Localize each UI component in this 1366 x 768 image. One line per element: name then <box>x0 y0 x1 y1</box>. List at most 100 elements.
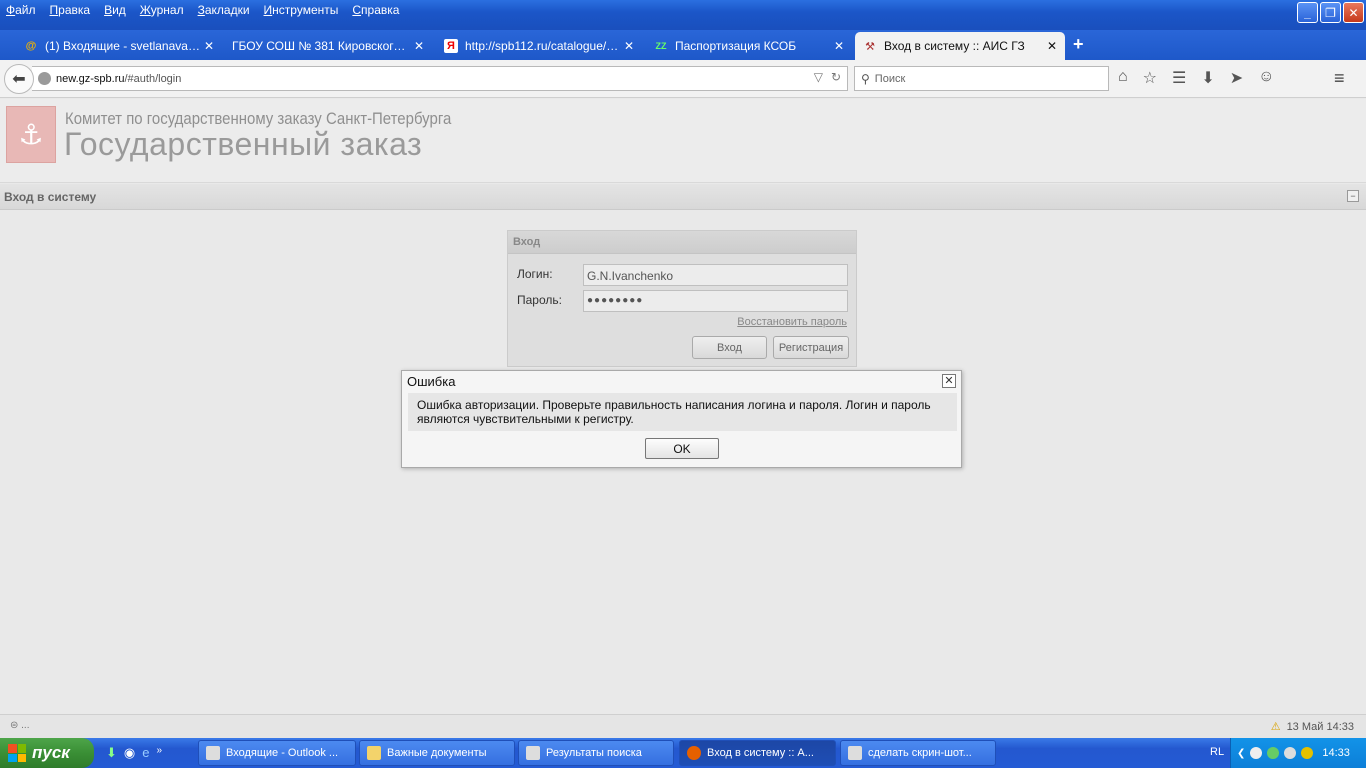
tab-label: (1) Входящие - svetlanavarc... <box>45 39 202 53</box>
download-icon[interactable]: ⬇ <box>1201 68 1214 88</box>
window-titlebar: Файл Правка Вид Журнал Закладки Инструме… <box>0 0 1366 30</box>
taskbar-item-label: сделать скрин-шот... <box>868 747 972 759</box>
toolbar-icons: ⌂ ☆ ☰ ⬇ ➤ ☺ <box>1118 68 1275 88</box>
menu-help[interactable]: Справка <box>352 3 399 17</box>
tray-expand-icon[interactable]: ❮ <box>1237 748 1245 759</box>
status-indicator: ⊜ ... <box>10 720 30 731</box>
chat-icon[interactable]: ☺ <box>1258 68 1274 88</box>
menu-edit[interactable]: Правка <box>50 3 91 17</box>
tab-spb112[interactable]: Я http://spb112.ru/catalogue/1... ✕ <box>436 32 642 60</box>
tab-inbox[interactable]: @ (1) Входящие - svetlanavarc... ✕ <box>16 32 222 60</box>
reading-list-icon[interactable]: ☰ <box>1172 68 1186 88</box>
quick-launch: ⬇ ◉ e » <box>106 745 162 761</box>
tab-bar: @ (1) Входящие - svetlanavarc... ✕ ГБОУ … <box>0 30 1366 60</box>
back-button[interactable]: ⬅ <box>4 64 34 94</box>
taskbar-item-word[interactable]: сделать скрин-шот... <box>840 740 996 766</box>
register-button[interactable]: Регистрация <box>773 336 849 359</box>
taskbar-item-label: Входящие - Outlook ... <box>226 747 339 759</box>
site-header: ⚓ Комитет по государственному заказу Сан… <box>0 99 1366 183</box>
login-button[interactable]: Вход <box>692 336 767 359</box>
language-indicator[interactable]: RL <box>1210 746 1224 758</box>
close-icon[interactable]: ✕ <box>1045 39 1059 53</box>
yandex-icon: Я <box>444 39 458 53</box>
error-dialog: Ошибка ✕ Ошибка авторизации. Проверьте п… <box>401 370 962 468</box>
ok-button[interactable]: OK <box>645 438 719 459</box>
login-panel: Вход Логин: G.N.Ivanchenko Пароль: ●●●●●… <box>507 230 857 367</box>
url-host: new.gz-spb.ru <box>56 72 125 85</box>
bookmark-star-icon[interactable]: ☆ <box>1143 68 1157 88</box>
collapse-icon[interactable]: − <box>1347 190 1359 202</box>
search-placeholder: Поиск <box>874 72 906 85</box>
word-icon <box>848 746 862 760</box>
tab-label: Паспортизация КСОБ <box>675 39 797 53</box>
tab-label: http://spb112.ru/catalogue/1... <box>465 39 622 53</box>
search-input[interactable]: ⚲ Поиск <box>854 66 1109 91</box>
tray-network-icon[interactable] <box>1284 747 1297 759</box>
minimize-button[interactable]: _ <box>1297 2 1318 23</box>
search-icon: ⚲ <box>861 71 870 86</box>
windows-logo-icon <box>8 744 26 762</box>
start-button[interactable]: пуск <box>0 738 94 768</box>
globe-icon <box>38 72 51 85</box>
forgot-password-link[interactable]: Восстановить пароль <box>737 316 847 328</box>
section-header: Вход в систему − <box>0 184 1366 210</box>
taskbar-item-label: Результаты поиска <box>546 747 642 759</box>
hamburger-menu-icon[interactable]: ≡ <box>1334 68 1345 89</box>
maximize-button[interactable]: ❐ <box>1320 2 1341 23</box>
dropdown-icon[interactable]: ▽ <box>814 70 823 84</box>
new-tab-button[interactable]: + <box>1073 34 1084 55</box>
password-field[interactable]: ●●●●●●●● <box>583 290 848 312</box>
login-label: Логин: <box>517 267 553 281</box>
section-title: Вход в систему <box>4 190 97 204</box>
close-icon[interactable]: ✕ <box>202 39 216 53</box>
outlook-icon <box>206 746 220 760</box>
tab-login[interactable]: ⚒ Вход в систему :: АИС ГЗ ✕ <box>855 32 1065 60</box>
menu-bookmarks[interactable]: Закладки <box>198 3 250 17</box>
taskbar-item-search[interactable]: Результаты поиска <box>518 740 674 766</box>
search-results-icon <box>526 746 540 760</box>
tab-label: Вход в систему :: АИС ГЗ <box>884 39 1025 53</box>
taskbar-item-folder[interactable]: Важные документы <box>359 740 515 766</box>
dialog-title: Ошибка <box>407 374 456 389</box>
share-icon[interactable]: ➤ <box>1230 68 1243 88</box>
taskbar-item-firefox[interactable]: Вход в систему :: А... <box>679 740 836 766</box>
close-icon[interactable]: ✕ <box>622 39 636 53</box>
menu-file[interactable]: Файл <box>6 3 36 17</box>
media-icon[interactable]: ◉ <box>124 745 135 761</box>
status-right: ⚠ 13 Май 14:33 <box>1271 720 1354 734</box>
tray-torrent-icon[interactable] <box>1267 747 1280 759</box>
close-icon[interactable]: ✕ <box>412 39 426 53</box>
close-icon[interactable]: ✕ <box>942 374 956 388</box>
home-icon[interactable]: ⌂ <box>1118 68 1128 88</box>
tray-antivirus-icon[interactable] <box>1301 747 1314 759</box>
close-window-button[interactable]: ✕ <box>1343 2 1364 23</box>
ie-icon[interactable]: e <box>142 745 149 761</box>
torrent-icon[interactable]: ⬇ <box>106 745 117 761</box>
warning-icon[interactable]: ⚠ <box>1271 720 1281 733</box>
start-label: пуск <box>32 743 70 762</box>
tab-school[interactable]: ГБОУ СОШ № 381 Кировского р... ✕ <box>224 32 432 60</box>
status-datetime: 13 Май 14:33 <box>1286 720 1354 733</box>
reload-icon[interactable]: ↻ <box>831 70 841 84</box>
taskbar-item-label: Важные документы <box>387 747 487 759</box>
navigation-bar: new.gz-spb.ru/#auth/login ▽ ↻ ⬅ ⚲ Поиск … <box>0 60 1366 98</box>
system-tray: ❮ 14:33 <box>1230 738 1366 768</box>
menu-tools[interactable]: Инструменты <box>264 3 339 17</box>
menu-view[interactable]: Вид <box>104 3 126 17</box>
folder-icon <box>367 746 381 760</box>
tab-ksob[interactable]: ZZ Паспортизация КСОБ ✕ <box>646 32 852 60</box>
window-controls: _ ❐ ✕ <box>1297 2 1364 23</box>
page-icon: ZZ <box>655 41 667 51</box>
close-icon[interactable]: ✕ <box>832 39 846 53</box>
menu-history[interactable]: Журнал <box>140 3 184 17</box>
taskbar-item-outlook[interactable]: Входящие - Outlook ... <box>198 740 356 766</box>
login-field[interactable]: G.N.Ivanchenko <box>583 264 848 286</box>
menu-bar: Файл Правка Вид Журнал Закладки Инструме… <box>6 3 399 17</box>
login-panel-title: Вход <box>508 231 856 254</box>
tray-pen-icon[interactable] <box>1250 747 1263 759</box>
url-bar[interactable]: new.gz-spb.ru/#auth/login ▽ ↻ <box>32 66 848 91</box>
taskbar: пуск ⬇ ◉ e » Входящие - Outlook ... Важн… <box>0 738 1366 768</box>
mail-icon: @ <box>25 40 37 52</box>
dialog-message: Ошибка авторизации. Проверьте правильнос… <box>408 393 957 431</box>
more-icon[interactable]: » <box>156 745 162 761</box>
